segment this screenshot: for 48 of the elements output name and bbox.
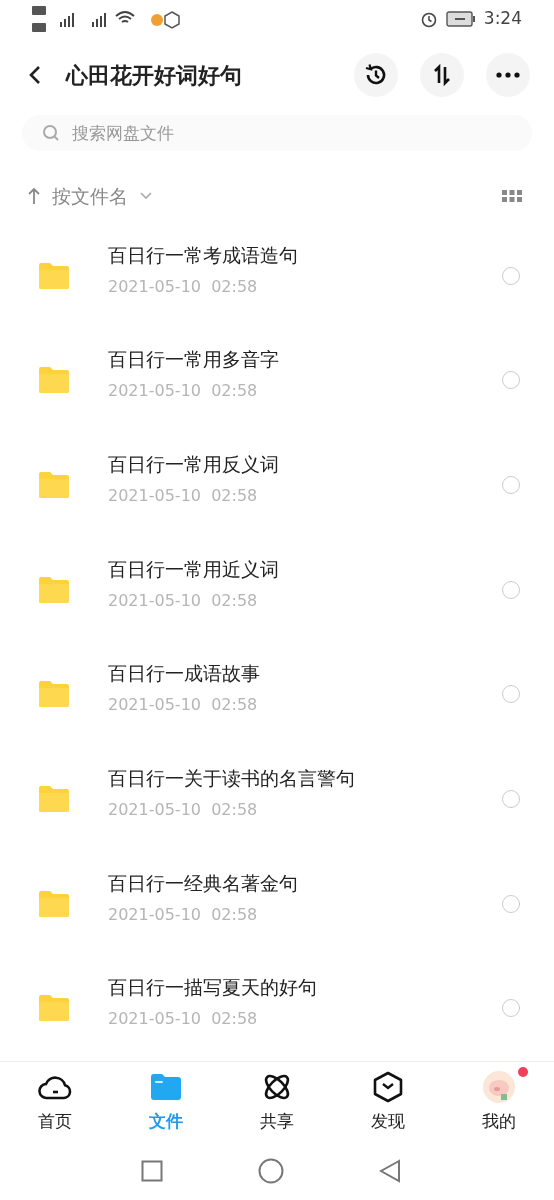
folder-icon: [37, 261, 71, 290]
back-triangle-icon[interactable]: [379, 1158, 401, 1183]
home-circle-icon[interactable]: [258, 1157, 284, 1184]
modified-date: 2021-05-10 02:58: [108, 1009, 259, 1030]
modified-date: 2021-05-10 02:58: [108, 590, 259, 611]
folder-icon: [37, 680, 71, 709]
search-field[interactable]: 搜索网盘文件: [22, 114, 532, 151]
modified-date: 2021-05-10 02:58: [108, 800, 259, 821]
modified-date: 2021-05-10 02:58: [108, 695, 259, 716]
modified-date: 2021-05-10 02:58: [108, 486, 259, 507]
folder-name[interactable]: 百日行一关于读书的名言警句: [108, 766, 502, 791]
sort-button[interactable]: [420, 53, 464, 98]
battery-icon: [445, 10, 476, 27]
more-icon: [496, 72, 520, 79]
folder-icon: [37, 575, 71, 604]
recent-apps-icon[interactable]: [141, 1159, 163, 1182]
grid-view-icon[interactable]: [502, 190, 522, 203]
folder-icon: [150, 1073, 183, 1101]
dropdown-icon[interactable]: [140, 192, 152, 201]
folder-icon: [37, 994, 71, 1023]
folder-icon: [37, 366, 71, 395]
folder-name[interactable]: 百日行一常用反义词: [108, 452, 502, 477]
avatar-icon: [481, 1070, 516, 1104]
atom-icon: [262, 1072, 292, 1102]
folder-name[interactable]: 百日行一常用多音字: [108, 347, 502, 372]
folder-name[interactable]: 百日行一描写夏天的好句: [108, 975, 502, 1000]
nav-tab[interactable]: 首页: [0, 1069, 111, 1135]
folder-icon: [37, 785, 71, 814]
folder-icon: [37, 471, 71, 500]
page-title: 心田花开好词好句: [66, 61, 243, 90]
hexagon-icon: [372, 1071, 403, 1103]
modified-date: 2021-05-10 02:58: [108, 904, 259, 925]
up-arrow-icon: [28, 187, 40, 206]
folder-name[interactable]: 百日行一常用近义词: [108, 556, 502, 581]
modified-date: 2021-05-10 02:58: [108, 381, 259, 402]
search-icon: [42, 123, 60, 142]
folder-icon: [37, 889, 71, 918]
sort-label[interactable]: 按文件名: [52, 181, 128, 211]
modified-date: 2021-05-10 02:58: [108, 276, 259, 297]
clock-time: 3:24: [483, 7, 522, 31]
folder-name[interactable]: 百日行一常考成语造句: [108, 242, 502, 267]
folder-name[interactable]: 百日行一经典名著金句: [108, 870, 502, 895]
nav-tab[interactable]: 发现: [332, 1069, 444, 1135]
folder-name[interactable]: 百日行一成语故事: [108, 661, 502, 686]
more-button[interactable]: [486, 53, 530, 98]
history-button[interactable]: [354, 53, 398, 98]
nav-tab[interactable]: 我的: [443, 1069, 554, 1135]
nav-tab[interactable]: 共享: [221, 1069, 333, 1135]
